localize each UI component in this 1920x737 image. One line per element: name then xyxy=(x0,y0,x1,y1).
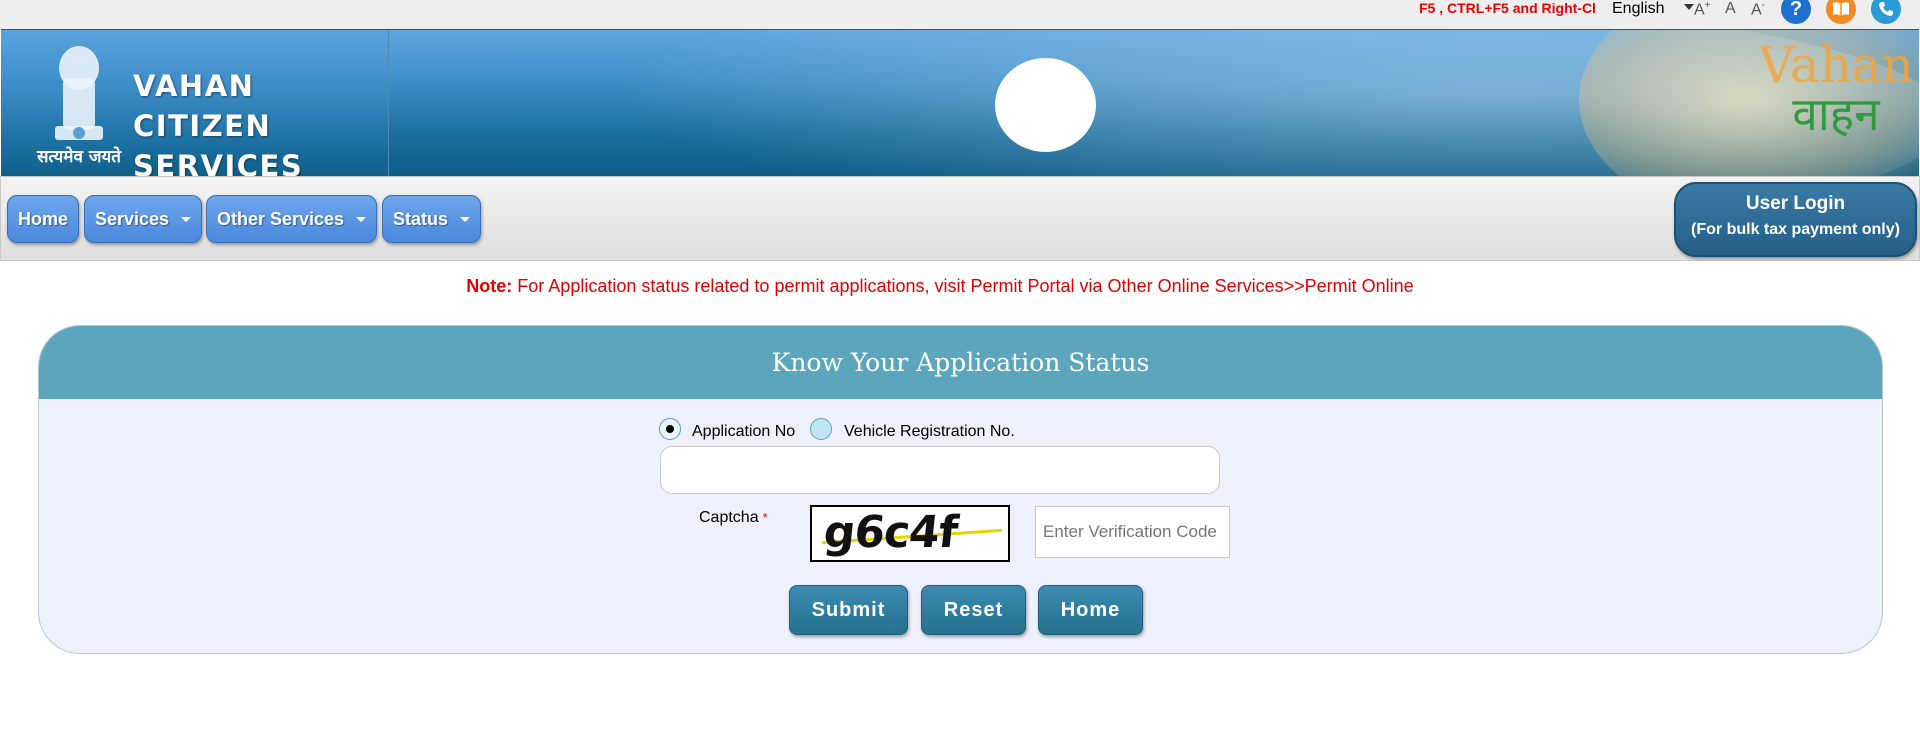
scrolling-notice: F5 , CTRL+F5 and Right-Cl xyxy=(1419,0,1596,16)
nav-home[interactable]: Home xyxy=(7,195,80,243)
top-utility-bar: F5 , CTRL+F5 and Right-Cl English A+ A A… xyxy=(0,0,1920,29)
national-emblem-icon: सत्यमेव जयते xyxy=(36,46,122,167)
panel-heading: Know Your Application Status xyxy=(39,326,1882,399)
captcha-text: g6c4f xyxy=(821,507,960,558)
main-navbar: Home Services Other Services Status User… xyxy=(0,176,1920,261)
chevron-down-icon xyxy=(356,216,367,222)
font-normal-button[interactable]: A xyxy=(1725,0,1736,18)
chevron-down-icon xyxy=(460,216,471,222)
home-button[interactable]: Home xyxy=(1038,585,1143,635)
help-icon[interactable]: ? xyxy=(1781,0,1811,24)
manual-icon[interactable] xyxy=(1826,0,1856,24)
chevron-down-icon xyxy=(181,216,192,222)
vahan-logo: Vahan वाहन xyxy=(1761,36,1911,141)
application-number-input[interactable] xyxy=(660,446,1220,494)
permit-note: Note: For Application status related to … xyxy=(466,276,1414,296)
chevron-down-icon[interactable] xyxy=(1684,4,1694,10)
captcha-label: Captcha * xyxy=(699,509,768,526)
site-title: VAHAN CITIZEN SERVICES xyxy=(133,69,304,176)
radio-application-no[interactable] xyxy=(659,418,681,440)
reset-button[interactable]: Reset xyxy=(921,585,1026,635)
verification-code-input[interactable] xyxy=(1035,506,1230,558)
radio-vehicle-registration-label: Vehicle Registration No. xyxy=(844,423,1015,440)
user-login-button[interactable]: User Login (For bulk tax payment only) xyxy=(1674,182,1917,257)
svg-text:सत्यमेव जयते: सत्यमेव जयते xyxy=(36,146,122,167)
font-decrease-button[interactable]: A- xyxy=(1751,0,1765,19)
nav-status[interactable]: Status xyxy=(382,195,482,243)
nav-other-services[interactable]: Other Services xyxy=(206,195,378,243)
submit-button[interactable]: Submit xyxy=(789,585,908,635)
radio-application-no-label: Application No xyxy=(692,423,796,440)
radio-vehicle-registration[interactable] xyxy=(810,418,832,440)
svg-text:Vahan: Vahan xyxy=(1761,36,1911,94)
banner-logo-placeholder xyxy=(995,58,1096,152)
captcha-image: g6c4f xyxy=(810,505,1010,562)
header-banner: सत्यमेव जयते VAHAN CITIZEN SERVICES Vaha… xyxy=(1,29,1919,176)
svg-text:वाहन: वाहन xyxy=(1792,87,1881,141)
header-title-panel: सत्यमेव जयते VAHAN CITIZEN SERVICES xyxy=(1,30,389,176)
phone-icon[interactable] xyxy=(1871,0,1901,24)
font-increase-button[interactable]: A+ xyxy=(1694,0,1711,19)
nav-services[interactable]: Services xyxy=(84,195,203,243)
language-select[interactable]: English xyxy=(1612,0,1664,18)
